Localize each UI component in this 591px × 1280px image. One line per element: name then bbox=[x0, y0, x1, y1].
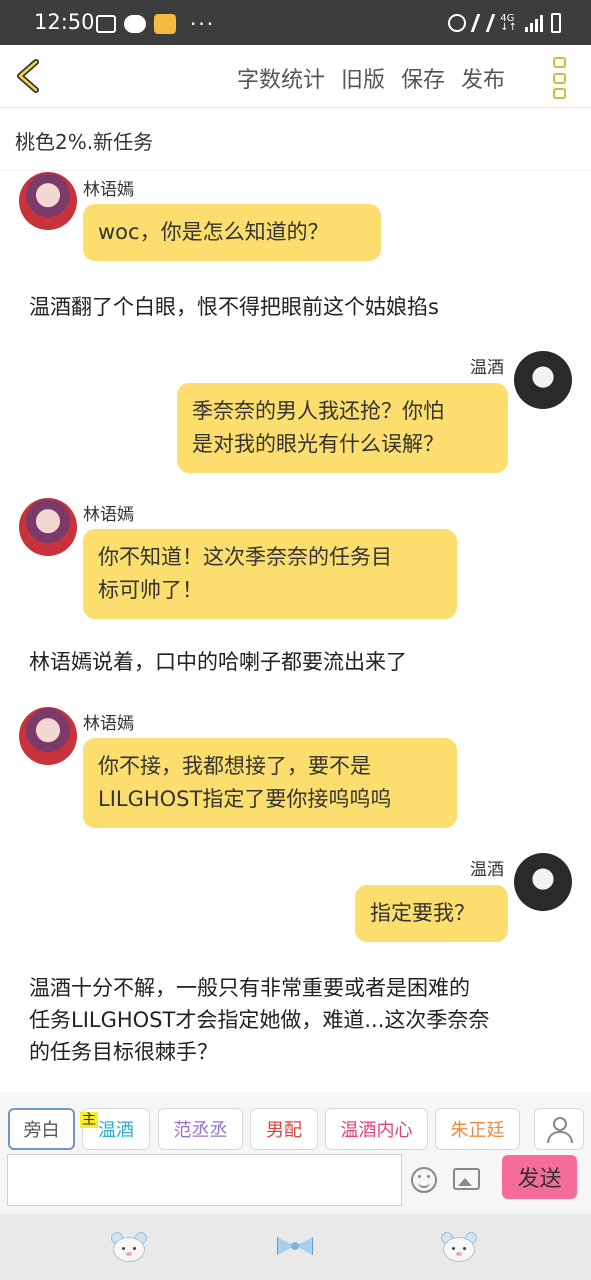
message-input[interactable] bbox=[7, 1154, 402, 1206]
bear-icon[interactable] bbox=[111, 1232, 147, 1262]
message-line: 季奈奈的男人我还抢？你怕 bbox=[192, 399, 444, 423]
avatar[interactable] bbox=[19, 172, 77, 230]
publish-button[interactable]: 发布 bbox=[461, 62, 505, 94]
narration-line: 温酒十分不解，一般只有非常重要或者是困难的 bbox=[29, 976, 470, 1000]
save-button[interactable]: 保存 bbox=[401, 62, 445, 94]
chevron-left-icon[interactable] bbox=[14, 59, 42, 93]
chat-bubble[interactable]: woc，你是怎么知道的？ bbox=[83, 204, 381, 261]
word-count-button[interactable]: 字数统计 bbox=[237, 62, 325, 94]
message-line: 是对我的眼光有什么误解？ bbox=[192, 432, 444, 456]
role-tag[interactable]: 朱正廷 bbox=[435, 1108, 520, 1150]
status-time: 12:50 bbox=[34, 10, 95, 34]
battery-icon bbox=[551, 13, 561, 33]
emoji-icon[interactable] bbox=[411, 1167, 437, 1193]
message-line: 标可帅了！ bbox=[98, 578, 203, 602]
story-title[interactable]: 桃色2%.新任务 bbox=[15, 126, 153, 155]
narration-text[interactable]: 温酒十分不解，一般只有非常重要或者是困难的 任务LILGHOST才会指定她做，难… bbox=[29, 972, 569, 1068]
role-tag[interactable]: 范丞丞 bbox=[158, 1108, 243, 1150]
speaker-name: 温酒 bbox=[470, 358, 504, 378]
role-tag[interactable]: 旁白 bbox=[8, 1108, 75, 1150]
more-notifications-icon: ··· bbox=[190, 12, 216, 36]
message-text: woc，你是怎么知道的？ bbox=[98, 220, 329, 244]
speaker-name: 温酒 bbox=[470, 860, 504, 880]
avatar[interactable] bbox=[19, 707, 77, 765]
main-role-badge: 主 bbox=[80, 1112, 98, 1128]
gallery-notification-icon bbox=[96, 15, 116, 33]
speaker-name: 林语嫣 bbox=[83, 505, 134, 525]
message-line: 你不接，我都想接了，要不是 bbox=[98, 754, 371, 778]
chat-bubble[interactable]: 你不知道！这次季奈奈的任务目 标可帅了！ bbox=[83, 529, 457, 619]
alarm-icon bbox=[448, 14, 467, 32]
status-bar: 12:50 ··· 4G ↓↑ bbox=[0, 0, 591, 45]
chat-bubble[interactable]: 季奈奈的男人我还抢？你怕 是对我的眼光有什么误解？ bbox=[177, 383, 508, 473]
app-notification-icon bbox=[154, 14, 176, 34]
more-vertical-icon[interactable] bbox=[553, 57, 571, 99]
signal-icon bbox=[525, 14, 543, 32]
role-tag[interactable]: 男配 bbox=[250, 1108, 318, 1150]
wechat-notification-icon bbox=[124, 15, 146, 33]
image-icon[interactable] bbox=[453, 1168, 480, 1190]
avatar[interactable] bbox=[19, 498, 77, 556]
old-version-button[interactable]: 旧版 bbox=[341, 62, 385, 94]
speaker-name: 林语嫣 bbox=[83, 180, 134, 200]
narration-line: 的任务目标很棘手？ bbox=[29, 1040, 218, 1064]
bow-icon[interactable] bbox=[277, 1235, 313, 1257]
send-button[interactable]: 发送 bbox=[502, 1155, 577, 1199]
avatar[interactable] bbox=[514, 853, 572, 911]
speaker-name: 林语嫣 bbox=[83, 714, 134, 734]
network-type-icon: 4G ↓↑ bbox=[500, 13, 517, 33]
editor-toolbar: 字数统计 旧版 保存 发布 bbox=[0, 45, 591, 108]
message-line: LILGHOST指定了要你接呜呜呜 bbox=[98, 787, 392, 811]
role-tag[interactable]: 温酒内心 bbox=[325, 1108, 428, 1150]
divider bbox=[0, 170, 591, 171]
message-text: 指定要我？ bbox=[370, 901, 475, 925]
message-line: 你不知道！这次季奈奈的任务目 bbox=[98, 545, 392, 569]
person-icon[interactable] bbox=[534, 1108, 584, 1150]
narration-line: 任务LILGHOST才会指定她做，难道...这次季奈奈 bbox=[29, 1008, 490, 1032]
chat-bubble[interactable]: 你不接，我都想接了，要不是 LILGHOST指定了要你接呜呜呜 bbox=[83, 738, 457, 828]
avatar[interactable] bbox=[514, 351, 572, 409]
bear-icon[interactable] bbox=[441, 1232, 477, 1262]
bottom-nav bbox=[0, 1214, 591, 1280]
chat-bubble[interactable]: 指定要我？ bbox=[355, 885, 508, 942]
narration-text[interactable]: 林语嫣说着，口中的哈喇子都要流出来了 bbox=[29, 646, 569, 678]
narration-text[interactable]: 温酒翻了个白眼，恨不得把眼前这个姑娘掐s bbox=[29, 291, 569, 323]
mute-icon bbox=[470, 14, 496, 32]
